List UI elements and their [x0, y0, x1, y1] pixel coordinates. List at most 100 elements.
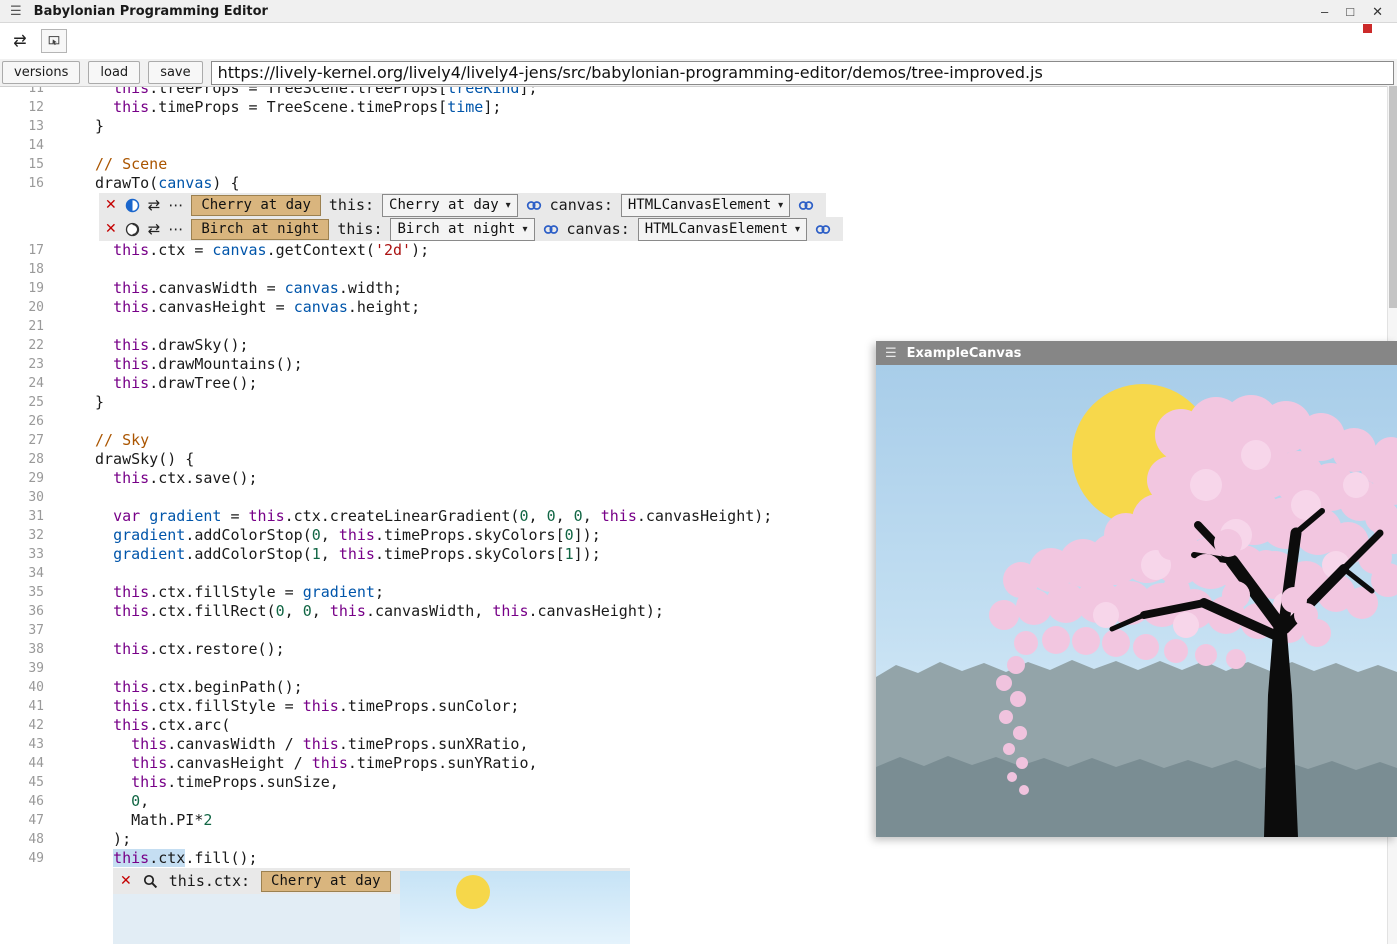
code-text: this.drawTree(); [56, 374, 258, 393]
code-line[interactable]: 49 this.ctx.fill(); [0, 849, 1397, 868]
example-row-cherry: ✕ ⇄ ⋯ Cherry at day this: Cherry at day … [99, 193, 826, 217]
line-number: 39 [0, 659, 56, 678]
line-number: 17 [0, 241, 56, 260]
link-icon[interactable] [526, 199, 542, 212]
code-line[interactable]: 13} [0, 117, 1397, 136]
this-value-dropdown[interactable]: Cherry at day ▾ [382, 194, 518, 217]
more-options-icon[interactable]: ⋯ [168, 198, 183, 213]
maximize-icon[interactable]: □ [1346, 5, 1354, 18]
dropdown-value: HTMLCanvasElement [645, 221, 788, 237]
line-number: 16 [0, 174, 56, 193]
swap-example-icon[interactable]: ⇄ [148, 198, 161, 213]
code-line[interactable]: 19 this.canvasWidth = canvas.width; [0, 279, 1397, 298]
swap-editor-icon[interactable]: ⇄ [7, 29, 33, 53]
link-icon[interactable] [798, 199, 814, 212]
code-line[interactable]: 21 [0, 317, 1397, 336]
minimize-icon[interactable]: – [1321, 5, 1328, 18]
code-text [56, 412, 95, 431]
window-controls: – □ ✕ [1321, 5, 1383, 18]
this-label: this: [337, 220, 382, 238]
line-number: 21 [0, 317, 56, 336]
line-number: 32 [0, 526, 56, 545]
this-value-dropdown[interactable]: Birch at night ▾ [390, 218, 534, 241]
code-line[interactable]: 12 this.timeProps = TreeScene.timeProps[… [0, 98, 1397, 117]
code-line[interactable]: 11 this.treeProps = TreeScene.treeProps[… [0, 87, 1397, 98]
code-text: this.canvasHeight / this.timeProps.sunYR… [56, 754, 538, 773]
line-number: 29 [0, 469, 56, 488]
icon-toolbar: ⇄ [0, 23, 1397, 59]
code-text: this.ctx.fillRect(0, 0, this.canvasWidth… [56, 602, 664, 621]
swap-example-icon[interactable]: ⇄ [148, 222, 161, 237]
line-number: 26 [0, 412, 56, 431]
more-options-icon[interactable]: ⋯ [168, 222, 183, 237]
chevron-down-icon: ▾ [506, 200, 511, 211]
code-text: this.ctx.restore(); [56, 640, 285, 659]
link-icon[interactable] [543, 223, 559, 236]
code-text: this.ctx.fillStyle = this.timeProps.sunC… [56, 697, 519, 716]
dropdown-value: Birch at night [397, 221, 515, 237]
save-button[interactable]: save [148, 61, 202, 84]
code-text [56, 488, 95, 507]
line-number: 35 [0, 583, 56, 602]
code-line[interactable]: 20 this.canvasHeight = canvas.height; [0, 298, 1397, 317]
canvas-value-dropdown[interactable]: HTMLCanvasElement ▾ [621, 194, 790, 217]
code-text [56, 659, 95, 678]
scene-mountain-near [876, 756, 1397, 837]
probe-example-button[interactable]: Cherry at day [261, 871, 391, 892]
canvas-value-dropdown[interactable]: HTMLCanvasElement ▾ [638, 218, 807, 241]
example-active-on-icon[interactable] [125, 198, 140, 213]
line-number: 30 [0, 488, 56, 507]
code-text: } [56, 393, 104, 412]
example-active-off-icon[interactable] [125, 222, 140, 237]
example-canvas-menu-icon[interactable]: ☰ [885, 346, 897, 361]
line-number: 18 [0, 260, 56, 279]
load-button[interactable]: load [88, 61, 140, 84]
code-text: this.ctx.fillStyle = gradient; [56, 583, 384, 602]
title-bar: ☰ Babylonian Programming Editor – □ ✕ [0, 0, 1397, 23]
line-number: 23 [0, 355, 56, 374]
code-text: var gradient = this.ctx.createLinearGrad… [56, 507, 772, 526]
line-number: 11 [0, 87, 56, 98]
code-text: Math.PI*2 [56, 811, 212, 830]
canvas-label: canvas: [567, 220, 630, 238]
link-icon[interactable] [815, 223, 831, 236]
code-text: gradient.addColorStop(0, this.timeProps.… [56, 526, 601, 545]
example-name-button[interactable]: Birch at night [191, 219, 329, 240]
example-canvas-render [876, 365, 1397, 837]
code-line[interactable]: 17 this.ctx = canvas.getContext('2d'); [0, 241, 1397, 260]
code-text: this.treeProps = TreeScene.treeProps[tre… [56, 87, 538, 98]
line-number: 28 [0, 450, 56, 469]
code-text: this.ctx.save(); [56, 469, 258, 488]
code-text: this.canvasHeight = canvas.height; [56, 298, 420, 317]
code-line[interactable]: 14 [0, 136, 1397, 155]
code-line[interactable]: 16drawTo(canvas) { [0, 174, 1397, 193]
window-menu-icon[interactable]: ☰ [10, 3, 22, 19]
example-canvas-title: ExampleCanvas [907, 346, 1022, 361]
magnifier-icon[interactable] [143, 874, 158, 889]
code-text: } [56, 117, 104, 136]
code-text: this.drawSky(); [56, 336, 249, 355]
code-line[interactable]: 15// Scene [0, 155, 1397, 174]
example-name-button[interactable]: Cherry at day [191, 195, 321, 216]
scrollbar-thumb[interactable] [1389, 86, 1397, 308]
code-line[interactable]: 18 [0, 260, 1397, 279]
delete-example-icon[interactable]: ✕ [105, 197, 117, 213]
example-canvas-title-bar[interactable]: ☰ ExampleCanvas [876, 341, 1397, 365]
select-element-icon[interactable] [41, 29, 67, 53]
delete-probe-icon[interactable]: ✕ [120, 873, 132, 889]
close-icon[interactable]: ✕ [1372, 5, 1383, 18]
line-number: 19 [0, 279, 56, 298]
line-number: 27 [0, 431, 56, 450]
code-text: // Sky [56, 431, 149, 450]
chevron-down-icon: ▾ [523, 224, 528, 235]
url-input[interactable]: https://lively-kernel.org/lively4/lively… [211, 61, 1394, 85]
probe-expression-label: this.ctx: [169, 872, 250, 890]
line-number: 25 [0, 393, 56, 412]
chevron-down-icon: ▾ [778, 200, 783, 211]
dropdown-value: HTMLCanvasElement [628, 197, 771, 213]
code-text: this.drawMountains(); [56, 355, 303, 374]
versions-button[interactable]: versions [2, 61, 80, 84]
code-text [56, 564, 95, 583]
chevron-down-icon: ▾ [795, 224, 800, 235]
delete-example-icon[interactable]: ✕ [105, 221, 117, 237]
